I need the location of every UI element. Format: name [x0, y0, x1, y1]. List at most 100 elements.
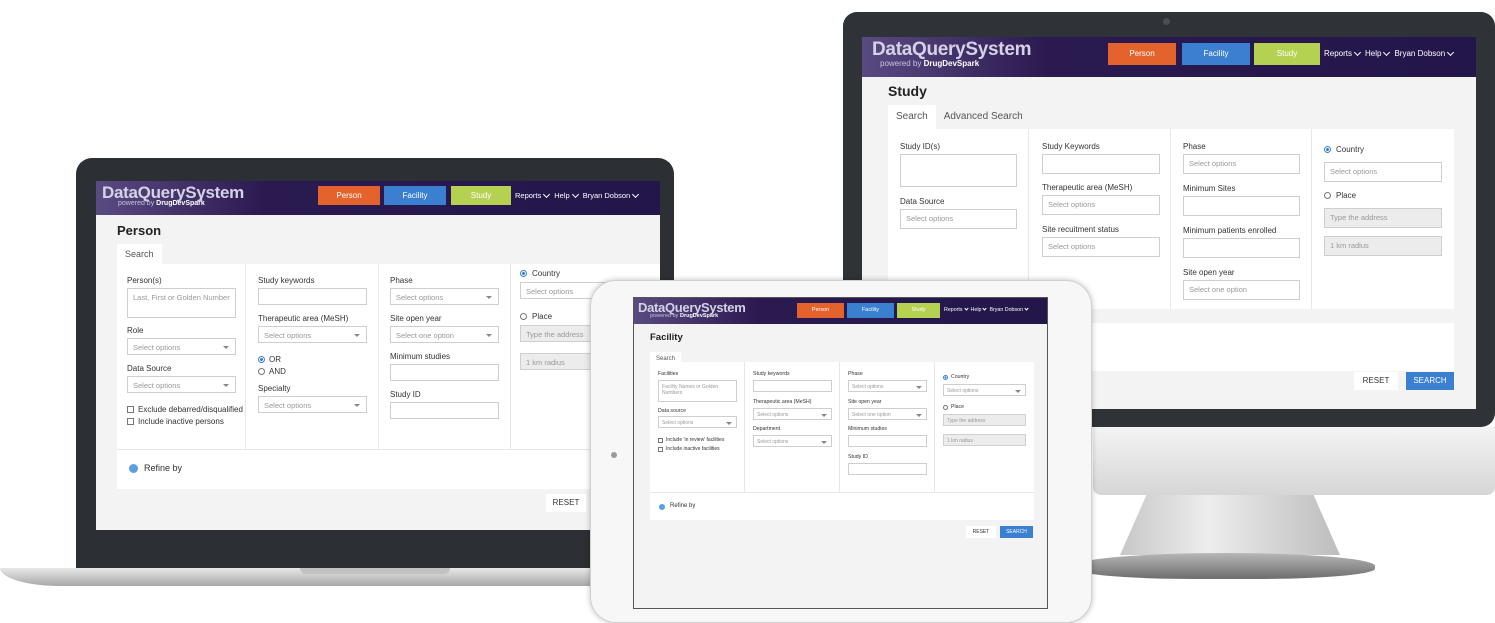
study-ids-input[interactable] [900, 154, 1017, 187]
include-inactive-checkbox[interactable] [658, 447, 663, 452]
phase-select[interactable]: Select options [848, 380, 927, 392]
role-select[interactable]: Select options [127, 338, 236, 355]
study-col-3: Phase Select options Minimum Sites Minim… [1171, 129, 1312, 309]
place-radio[interactable] [943, 405, 948, 410]
refine-by-toggle[interactable]: Refine by [144, 463, 182, 473]
reports-menu[interactable]: Reports [1324, 49, 1352, 58]
nav-study-button[interactable]: Study [1254, 43, 1320, 65]
nav-facility-button[interactable]: Facility [847, 303, 894, 318]
laptop-notch [300, 568, 450, 574]
tab-search[interactable]: Search [888, 105, 936, 129]
include-inactive-label: Include inactive facilities [666, 446, 720, 452]
tab-advanced-search[interactable]: Advanced Search [936, 105, 1031, 129]
include-review-checkbox[interactable] [658, 438, 663, 443]
therapeutic-select[interactable]: Select options [753, 408, 832, 420]
therapeutic-select[interactable]: Select options [1042, 195, 1160, 215]
tab-search[interactable]: Search [117, 244, 162, 264]
facilities-label: Facilities [658, 371, 679, 377]
data-source-select[interactable]: Select options [900, 209, 1017, 229]
radius-select[interactable]: 1 km radius [1324, 236, 1442, 256]
min-sites-input[interactable] [1183, 196, 1300, 216]
role-label: Role [127, 326, 144, 335]
nav-person-button[interactable]: Person [1108, 43, 1176, 65]
refine-by-toggle[interactable]: Refine by [670, 503, 695, 509]
help-menu[interactable]: Help [554, 191, 569, 200]
exclude-debarred-label: Exclude debarred/disqualified [138, 405, 243, 414]
page-title: Study [888, 83, 927, 99]
or-radio[interactable] [258, 356, 265, 363]
therapeutic-select[interactable]: Select options [258, 326, 367, 343]
nav-study-button[interactable]: Study [897, 303, 940, 318]
user-menu[interactable]: Bryan Dobson [583, 191, 631, 200]
phase-label: Phase [1183, 142, 1206, 151]
study-id-input[interactable] [390, 402, 499, 419]
study-id-input[interactable] [848, 463, 927, 475]
keywords-input[interactable] [258, 288, 367, 305]
exclude-debarred-checkbox[interactable] [127, 406, 134, 413]
or-label: OR [269, 355, 281, 364]
data-source-label: Data source [658, 408, 686, 414]
therapeutic-label: Therapeutic area (MeSH) [258, 314, 349, 323]
nav-person-button[interactable]: Person [318, 186, 380, 205]
open-year-select[interactable]: Select one option [1183, 280, 1300, 300]
caret-down-icon [223, 346, 229, 349]
country-radio[interactable] [520, 270, 527, 277]
country-radio[interactable] [1324, 146, 1331, 153]
place-label: Place [532, 312, 553, 321]
radius-select[interactable]: 1 km radius [943, 434, 1026, 446]
reset-button[interactable]: RESET [966, 526, 996, 538]
country-select[interactable]: Select options [943, 384, 1026, 396]
min-studies-input[interactable] [848, 435, 927, 447]
data-source-select[interactable]: Select options [658, 416, 737, 428]
phase-label: Phase [848, 371, 863, 377]
facility-col-3: Phase Select options Site open year Sele… [840, 362, 935, 492]
nav-study-button[interactable]: Study [451, 186, 511, 205]
and-radio[interactable] [258, 368, 265, 375]
include-inactive-checkbox[interactable] [127, 418, 134, 425]
country-radio[interactable] [943, 375, 948, 380]
refine-chevron-icon[interactable] [129, 464, 138, 473]
reports-menu[interactable]: Reports [944, 307, 963, 313]
search-button[interactable]: SEARCH [1000, 526, 1033, 538]
app-logo[interactable]: DataQuerySystem [872, 39, 1032, 61]
user-menu[interactable]: Bryan Dobson [1394, 49, 1445, 58]
address-input[interactable]: Type the address [943, 414, 1026, 426]
min-studies-input[interactable] [390, 364, 499, 381]
reset-button[interactable]: RESET [1354, 372, 1398, 390]
nav-facility-button[interactable]: Facility [384, 186, 446, 205]
keywords-input[interactable] [1042, 154, 1160, 174]
search-tabs: Search [650, 347, 682, 367]
caret-down-icon [916, 386, 922, 389]
specialty-select[interactable]: Select options [258, 396, 367, 413]
page-title: Person [117, 223, 162, 238]
keywords-input[interactable] [753, 380, 832, 392]
department-select[interactable]: Select options [753, 435, 832, 447]
reset-button[interactable]: RESET [546, 494, 586, 512]
country-select[interactable]: Select options [1324, 162, 1442, 182]
recruitment-select[interactable]: Select options [1042, 237, 1160, 257]
data-source-select[interactable]: Select options [127, 376, 236, 393]
reports-menu[interactable]: Reports [515, 191, 541, 200]
address-input[interactable]: Type the address [1324, 208, 1442, 228]
caret-down-icon [1015, 390, 1021, 393]
open-year-select[interactable]: Select one option [848, 408, 927, 420]
phase-select[interactable]: Select options [390, 288, 499, 305]
nav-person-button[interactable]: Person [797, 303, 844, 318]
user-menu[interactable]: Bryan Dobson [989, 307, 1023, 313]
phase-select[interactable]: Select options [1183, 154, 1300, 174]
min-patients-input[interactable] [1183, 238, 1300, 258]
recruitment-label: Site recuitment status [1042, 225, 1119, 234]
refine-chevron-icon[interactable] [659, 504, 665, 510]
nav-facility-button[interactable]: Facility [1182, 43, 1250, 65]
help-menu[interactable]: Help [1365, 49, 1381, 58]
person-col-3: Phase Select options Site open year Sele… [379, 264, 511, 449]
open-year-select[interactable]: Select one option [390, 326, 499, 343]
place-radio[interactable] [1324, 192, 1331, 199]
facilities-input[interactable]: Facility Names or Golden Numbers [658, 380, 737, 402]
search-button[interactable]: SEARCH [1406, 372, 1454, 390]
place-radio[interactable] [520, 313, 527, 320]
help-menu[interactable]: Help [971, 307, 982, 313]
min-patients-label: Minimum patients enrolled [1183, 226, 1277, 235]
persons-input[interactable]: Last, First or Golden Number [127, 288, 236, 318]
search-tabs: Search Advanced Search [888, 105, 1031, 129]
